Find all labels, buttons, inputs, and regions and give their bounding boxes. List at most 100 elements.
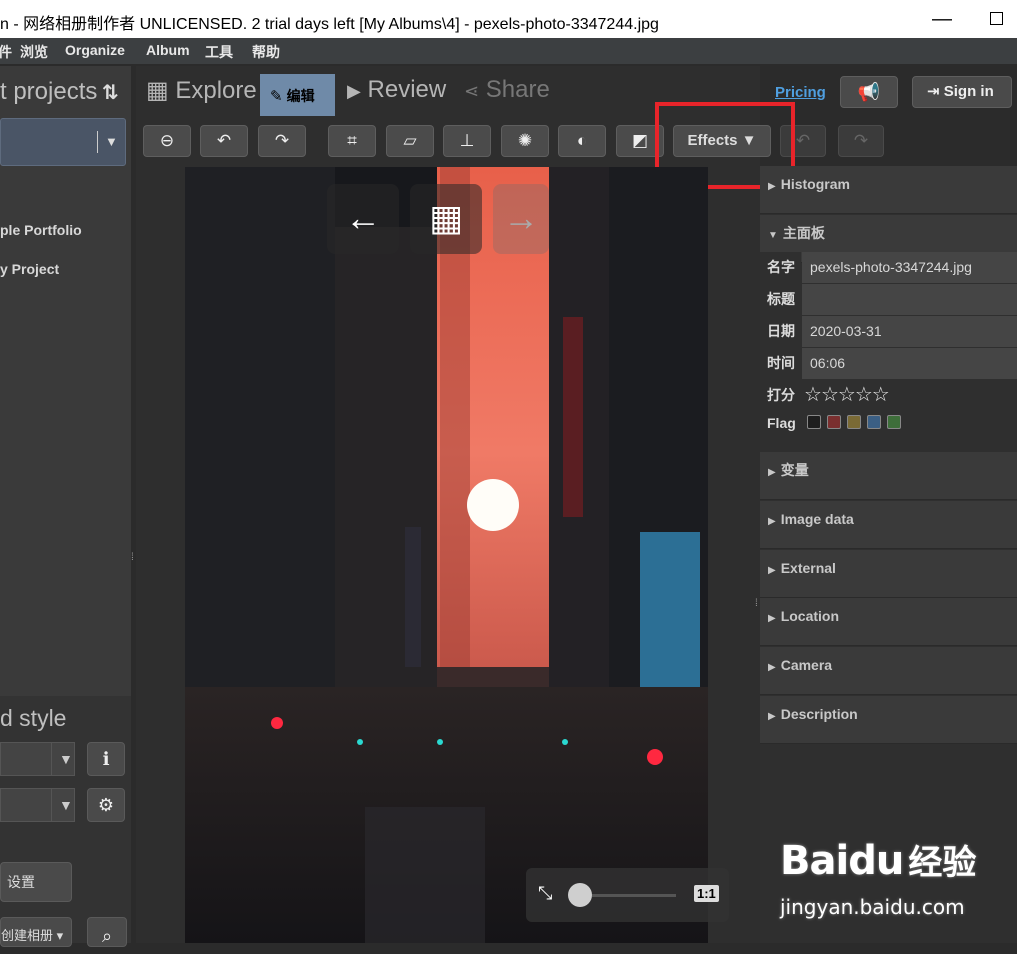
gear-button[interactable]: ⚙ xyxy=(87,788,125,822)
menu-album[interactable]: Album xyxy=(146,42,190,58)
play-icon: ▶ xyxy=(347,81,361,101)
project-item-portfolio[interactable]: ple Portfolio xyxy=(0,222,82,238)
star-icon[interactable]: ☆ xyxy=(821,384,839,406)
menu-tools[interactable]: 工具 xyxy=(205,42,233,62)
pricing-link[interactable]: Pricing xyxy=(775,84,826,101)
prop-date-row: 日期 2020-03-31 xyxy=(760,316,1017,348)
exposure-icon: ◩ xyxy=(631,131,649,150)
minimize-icon[interactable]: — xyxy=(932,8,952,31)
prop-time-label: 时间 xyxy=(760,348,801,379)
arrow-right-icon: → xyxy=(503,197,539,238)
gear-icon: ✺ xyxy=(517,131,533,150)
menu-file[interactable]: 件 xyxy=(0,42,12,62)
flag-swatch-blue[interactable] xyxy=(867,415,881,429)
window-titlebar: n - 网络相册制作者 UNLICENSED. 2 trial days lef… xyxy=(0,0,1017,38)
tab-review-label: Review xyxy=(367,76,447,103)
next-image-button[interactable]: → xyxy=(493,184,549,254)
sign-in-button[interactable]: ⇥ Sign in xyxy=(912,76,1012,108)
menu-browse[interactable]: 浏览 xyxy=(20,42,48,62)
info-button[interactable]: ℹ xyxy=(87,742,125,776)
menu-organize[interactable]: Organize xyxy=(65,42,125,58)
tab-share[interactable]: ⋖ Share xyxy=(464,76,550,104)
gear-icon: ⚙ xyxy=(97,795,115,815)
rotate-right-button[interactable]: ↷ xyxy=(258,125,306,157)
expand-triangle-icon: ▶ xyxy=(768,711,776,722)
watermark-cn: 经验 xyxy=(908,843,977,883)
project-item-project[interactable]: y Project xyxy=(0,261,59,277)
style-select-2[interactable]: ▼ xyxy=(0,788,75,822)
flag-swatch-yellow[interactable] xyxy=(847,415,861,429)
section-main-panel-label: 主面板 xyxy=(782,225,825,241)
zoom-slider-track[interactable] xyxy=(592,894,676,897)
prop-date-label: 日期 xyxy=(760,316,801,347)
prop-title-label: 标题 xyxy=(760,284,801,315)
straighten-button[interactable]: ▱ xyxy=(386,125,434,157)
section-image-data[interactable]: ▶ Image data xyxy=(760,501,1017,549)
new-album-label: 创建相册 ▾ xyxy=(1,928,64,943)
section-histogram-label: Histogram xyxy=(780,176,850,192)
tab-explore[interactable]: ▦ Explore xyxy=(146,76,257,105)
straighten-icon: ▱ xyxy=(403,131,417,150)
section-camera[interactable]: ▶ Camera xyxy=(760,647,1017,695)
watermark-brand: Baidu xyxy=(780,838,904,884)
left-splitter-handle[interactable]: ⁞ xyxy=(131,552,134,563)
star-icon[interactable]: ☆ xyxy=(804,384,822,406)
tab-review[interactable]: ▶ Review xyxy=(347,76,446,104)
select-separator xyxy=(51,743,52,775)
minus-circle-icon: ⊖ xyxy=(159,131,175,150)
crop-button[interactable]: ⌗ xyxy=(328,125,376,157)
section-camera-label: Camera xyxy=(780,657,833,673)
rotate-left-icon: ↶ xyxy=(216,131,232,150)
project-dropdown[interactable]: ▼ xyxy=(0,118,126,166)
redo-button[interactable]: ↷ xyxy=(838,125,884,157)
section-description-label: Description xyxy=(780,706,858,722)
section-location[interactable]: ▶ Location xyxy=(760,598,1017,646)
arrow-left-icon: ← xyxy=(345,197,381,238)
fit-to-screen-icon[interactable]: ⤡ xyxy=(538,883,552,904)
section-external[interactable]: ▶ External xyxy=(760,550,1017,598)
menu-help[interactable]: 帮助 xyxy=(252,42,280,62)
announcement-button[interactable]: 📢 xyxy=(840,76,898,108)
section-histogram[interactable]: ▶ Histogram xyxy=(760,166,1017,214)
contrast-button[interactable]: ◐ xyxy=(558,125,606,157)
prop-name-label: 名字 xyxy=(760,252,801,283)
flag-swatch-black[interactable] xyxy=(807,415,821,429)
tab-share-label: Share xyxy=(485,76,550,103)
settings-button[interactable]: 设置 xyxy=(0,862,72,902)
prop-title-value[interactable] xyxy=(802,284,1017,315)
right-splitter-handle[interactable]: ⁞ xyxy=(755,598,758,609)
dropdown-separator xyxy=(97,131,98,153)
section-variables[interactable]: ▶ 变量 xyxy=(760,452,1017,500)
rating-stars[interactable]: ☆☆☆☆☆ xyxy=(804,382,890,407)
remove-button[interactable]: ⊖ xyxy=(143,125,191,157)
sort-icon[interactable]: ⇅ xyxy=(102,80,119,105)
star-icon[interactable]: ☆ xyxy=(855,384,873,406)
flag-swatch-red[interactable] xyxy=(827,415,841,429)
baidu-watermark: Baidu 经验 jingyan.baidu.com xyxy=(780,835,977,919)
prop-name-value[interactable]: pexels-photo-3347244.jpg xyxy=(802,252,1017,283)
zoom-actual-size-button[interactable]: 1:1 xyxy=(694,885,719,902)
select-separator xyxy=(51,789,52,821)
rotate-left-button[interactable]: ↶ xyxy=(200,125,248,157)
maximize-icon[interactable] xyxy=(990,12,1003,25)
star-icon[interactable]: ☆ xyxy=(872,384,890,406)
prop-time-value[interactable]: 06:06 xyxy=(802,348,1017,379)
tab-edit[interactable]: ✎ 编辑 xyxy=(260,74,335,116)
adjust-button[interactable]: ✺ xyxy=(501,125,549,157)
flag-swatch-green[interactable] xyxy=(887,415,901,429)
previous-image-button[interactable]: ← xyxy=(327,184,399,254)
rotate-right-icon: ↷ xyxy=(274,131,290,150)
star-icon[interactable]: ☆ xyxy=(838,384,856,406)
prop-time-row: 时间 06:06 xyxy=(760,348,1017,380)
grid-view-button[interactable]: ▦ xyxy=(410,184,482,254)
photo-preview[interactable] xyxy=(185,167,708,943)
share-icon: ⋖ xyxy=(464,81,480,101)
expand-triangle-icon: ▶ xyxy=(768,662,776,673)
zoom-control: ⤡ 1:1 xyxy=(526,868,729,922)
redo-icon: ↷ xyxy=(853,131,869,150)
section-description[interactable]: ▶ Description xyxy=(760,696,1017,744)
style-select-1[interactable]: ▼ xyxy=(0,742,75,776)
level-button[interactable]: ⊥ xyxy=(443,125,491,157)
zoom-slider-handle[interactable] xyxy=(568,883,592,907)
prop-date-value[interactable]: 2020-03-31 xyxy=(802,316,1017,347)
